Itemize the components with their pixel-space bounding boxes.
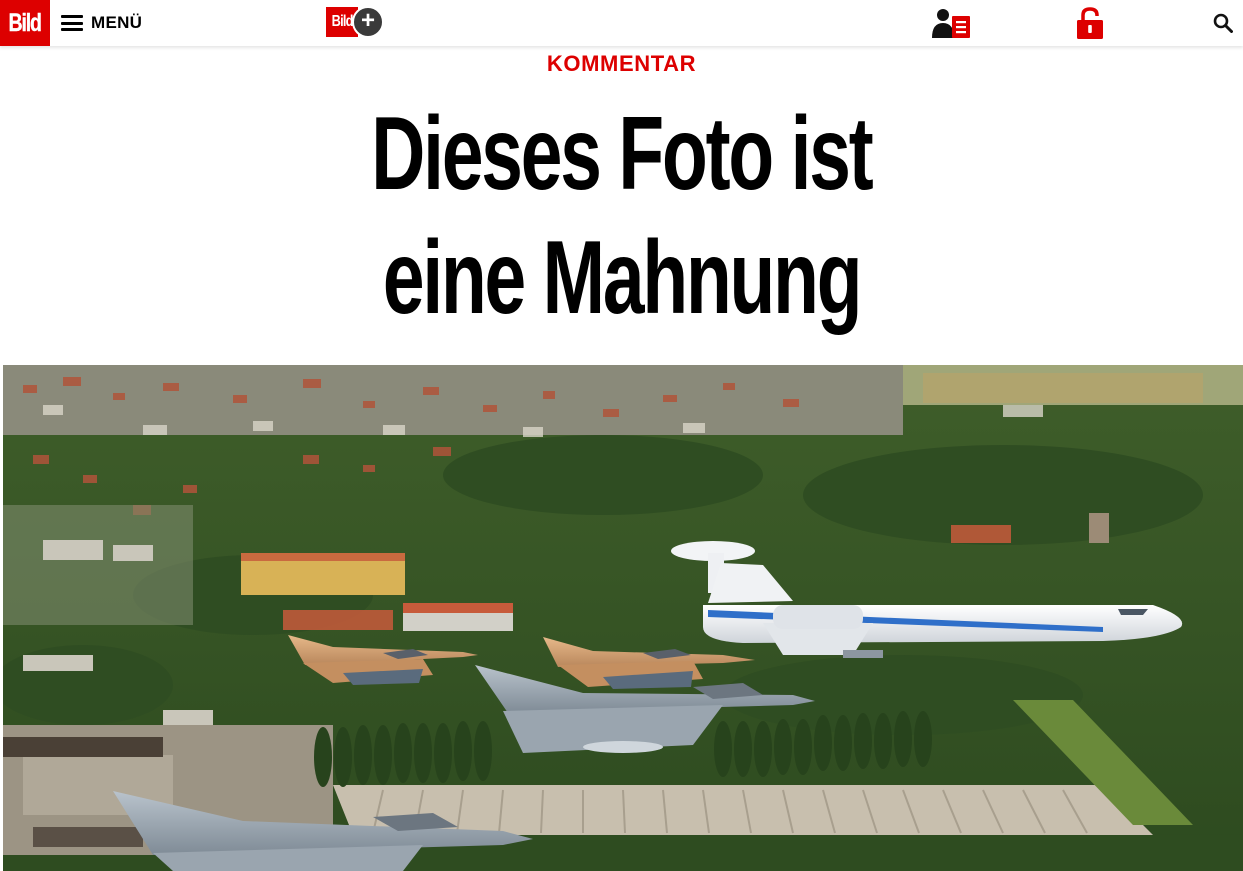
menu-button[interactable]: MENÜ [61, 10, 142, 36]
top-navigation: Bild MENÜ Bild + [0, 0, 1243, 46]
menu-label: MENÜ [91, 13, 143, 32]
article-headline[interactable]: Dieses Foto ist eine Mahnung [0, 92, 1243, 340]
lock-icon[interactable] [1074, 6, 1106, 40]
article-kicker: KOMMENTAR [546, 51, 697, 76]
hamburger-menu-icon [61, 15, 83, 31]
hero-image[interactable] [3, 365, 1243, 871]
search-icon[interactable] [1213, 13, 1233, 33]
bildplus-icon: + [352, 6, 384, 38]
account-icon[interactable] [930, 6, 974, 40]
bildplus-logo-text: Bild [331, 13, 354, 30]
bild-logo[interactable]: Bild [0, 0, 50, 46]
headline-line-1: Dieses Foto ist [371, 96, 873, 212]
page: Bild MENÜ Bild + KOMMENTAR Dieses Foto i… [0, 0, 1243, 871]
bild-logo-text: Bild [8, 8, 43, 37]
aerial-photo [3, 365, 1243, 871]
headline-line-2: eine Mahnung [382, 220, 863, 336]
bildplus-link[interactable]: Bild + [326, 5, 388, 39]
